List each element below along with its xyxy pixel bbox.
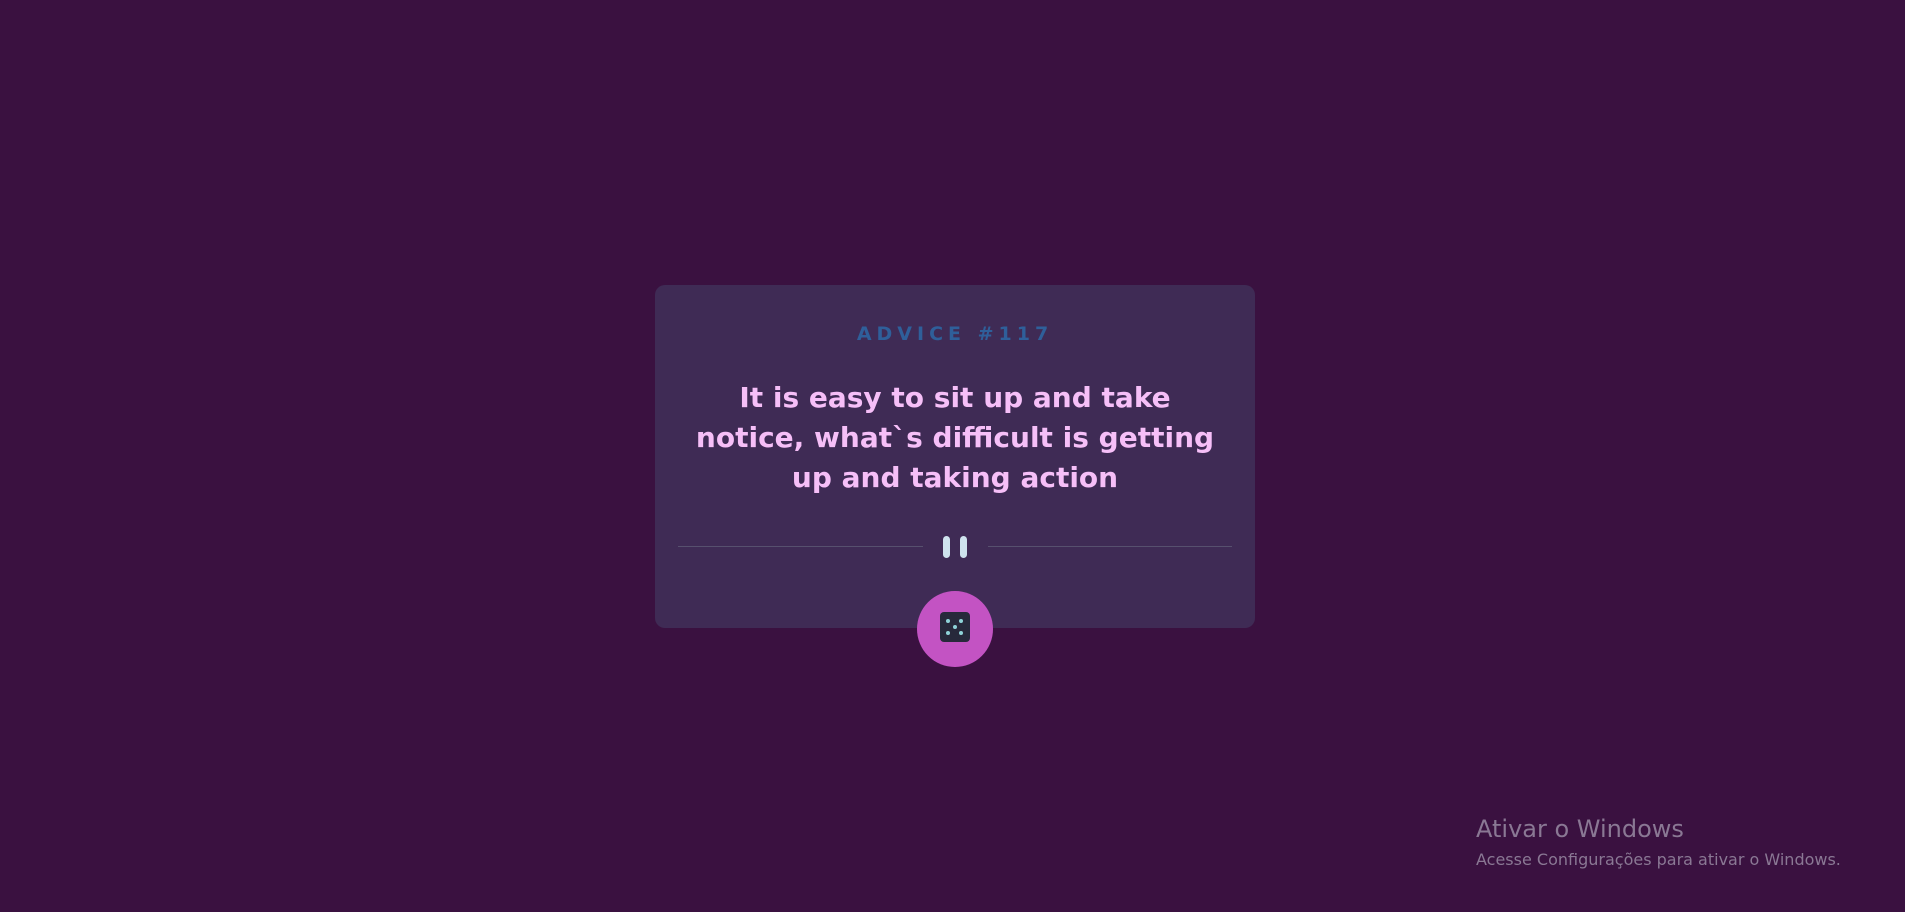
- advice-quote: It is easy to sit up and take notice, wh…: [695, 381, 1215, 494]
- pause-bar-right: [960, 536, 967, 558]
- page: ADVICE #117 It is easy to sit up and tak…: [0, 0, 1905, 912]
- dice-pip: [959, 619, 963, 623]
- divider-line-right: [988, 546, 1232, 547]
- dice-pip: [946, 631, 950, 635]
- pause-bar-left: [943, 536, 950, 558]
- divider-line-left: [678, 546, 923, 547]
- windows-activation-title: Ativar o Windows: [1476, 815, 1684, 843]
- pause-icon: [943, 536, 969, 558]
- dice-pip: [959, 631, 963, 635]
- divider: [678, 536, 1232, 558]
- windows-activation-subtitle: Acesse Configurações para ativar o Windo…: [1476, 850, 1841, 869]
- advice-number-label: ADVICE #117: [856, 323, 1054, 345]
- new-advice-button[interactable]: [917, 591, 993, 667]
- dice-icon: [940, 612, 970, 642]
- dice-pip: [946, 619, 950, 623]
- advice-card: ADVICE #117 It is easy to sit up and tak…: [655, 285, 1255, 628]
- dice-pip: [953, 625, 957, 629]
